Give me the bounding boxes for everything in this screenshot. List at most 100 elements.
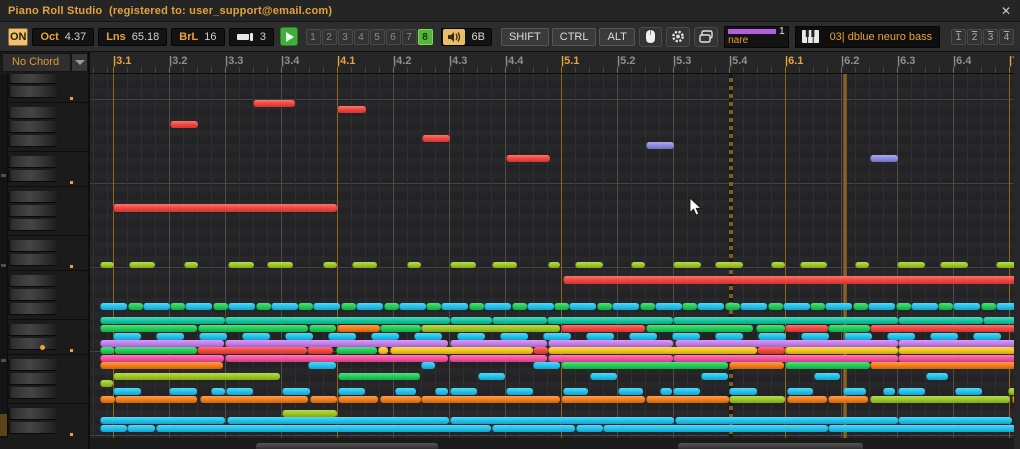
note[interactable] <box>336 347 377 354</box>
note[interactable] <box>226 388 253 395</box>
note[interactable] <box>569 303 596 310</box>
black-key[interactable] <box>8 74 57 83</box>
note[interactable] <box>729 362 784 369</box>
note[interactable] <box>787 396 827 403</box>
note[interactable] <box>725 303 740 310</box>
note[interactable] <box>785 325 828 332</box>
note[interactable] <box>170 121 198 128</box>
note[interactable] <box>629 333 657 340</box>
page-button-1[interactable]: 1 <box>951 29 966 45</box>
note[interactable] <box>612 303 639 310</box>
note[interactable] <box>100 303 127 310</box>
note[interactable] <box>115 396 197 403</box>
black-key[interactable] <box>8 324 57 335</box>
note[interactable] <box>271 303 298 310</box>
note[interactable] <box>484 303 511 310</box>
note[interactable] <box>450 340 547 347</box>
note[interactable] <box>673 262 701 268</box>
note[interactable] <box>870 325 1016 332</box>
note[interactable] <box>618 388 643 395</box>
scroll-indicator[interactable] <box>0 414 7 436</box>
note[interactable] <box>973 333 1001 340</box>
note[interactable] <box>492 317 547 324</box>
note[interactable] <box>828 425 1016 432</box>
note[interactable] <box>548 355 673 362</box>
note[interactable] <box>228 303 255 310</box>
note[interactable] <box>543 333 571 340</box>
note[interactable] <box>926 373 948 380</box>
note[interactable] <box>435 388 448 395</box>
mouse-tool-button[interactable] <box>639 27 662 47</box>
note[interactable] <box>897 262 925 268</box>
field-lns[interactable]: Lns65.18 <box>98 28 167 46</box>
note[interactable] <box>100 355 224 362</box>
note[interactable] <box>285 333 313 340</box>
note[interactable] <box>898 417 1012 424</box>
note[interactable] <box>421 396 560 403</box>
note[interactable] <box>421 325 560 332</box>
note[interactable] <box>814 373 840 380</box>
note[interactable] <box>337 325 380 332</box>
note[interactable] <box>870 396 1010 403</box>
note[interactable] <box>883 388 895 395</box>
note[interactable] <box>729 396 785 403</box>
black-key[interactable] <box>8 275 57 286</box>
note[interactable] <box>673 355 898 362</box>
note[interactable] <box>450 262 476 268</box>
note[interactable] <box>328 333 356 340</box>
note[interactable] <box>843 388 866 395</box>
instrument-display[interactable]: 03| dblue neuro bass <box>795 26 940 48</box>
note[interactable] <box>675 417 898 424</box>
note[interactable] <box>672 333 700 340</box>
note[interactable] <box>184 262 198 268</box>
note[interactable] <box>100 340 224 347</box>
scrollbar-blob[interactable] <box>420 443 438 449</box>
note[interactable] <box>421 362 435 369</box>
note[interactable] <box>675 340 898 347</box>
black-key[interactable] <box>8 205 57 216</box>
note[interactable] <box>561 396 645 403</box>
note[interactable] <box>113 204 337 212</box>
speaker-icon-button[interactable] <box>443 29 465 45</box>
note[interactable] <box>506 388 533 395</box>
note[interactable] <box>801 333 829 340</box>
black-key[interactable] <box>8 107 57 118</box>
note[interactable] <box>426 303 441 310</box>
note[interactable] <box>646 142 674 149</box>
note[interactable] <box>422 135 450 142</box>
note[interactable] <box>100 417 225 424</box>
alt-button[interactable]: ALT <box>599 28 634 46</box>
note[interactable] <box>308 362 336 369</box>
brush-size-control[interactable]: 3 <box>229 28 275 46</box>
play-button[interactable] <box>280 27 297 46</box>
note[interactable] <box>533 347 548 354</box>
note[interactable] <box>729 388 757 395</box>
page-button-2[interactable]: 2 <box>967 29 982 45</box>
note[interactable] <box>768 303 783 310</box>
black-key[interactable] <box>8 387 57 398</box>
note[interactable] <box>100 317 225 324</box>
pattern-button-3[interactable]: 3 <box>338 29 353 45</box>
scrollbar-blob[interactable] <box>256 443 426 449</box>
note[interactable] <box>225 355 448 362</box>
black-key[interactable] <box>8 170 57 181</box>
black-key[interactable] <box>8 422 57 433</box>
note[interactable] <box>338 388 365 395</box>
pattern-button-4[interactable]: 4 <box>354 29 369 45</box>
note[interactable] <box>715 262 743 268</box>
note[interactable] <box>785 362 870 369</box>
note[interactable] <box>575 262 603 268</box>
note[interactable] <box>756 325 785 332</box>
note[interactable] <box>996 262 1016 268</box>
note[interactable] <box>660 388 672 395</box>
note[interactable] <box>337 106 366 113</box>
note[interactable] <box>783 303 810 310</box>
note-grid[interactable] <box>90 74 1020 438</box>
note[interactable] <box>242 333 270 340</box>
pattern-button-5[interactable]: 5 <box>370 29 385 45</box>
note[interactable] <box>211 388 225 395</box>
note[interactable] <box>576 425 603 432</box>
note[interactable] <box>414 333 442 340</box>
note[interactable] <box>170 303 185 310</box>
note[interactable] <box>356 303 383 310</box>
